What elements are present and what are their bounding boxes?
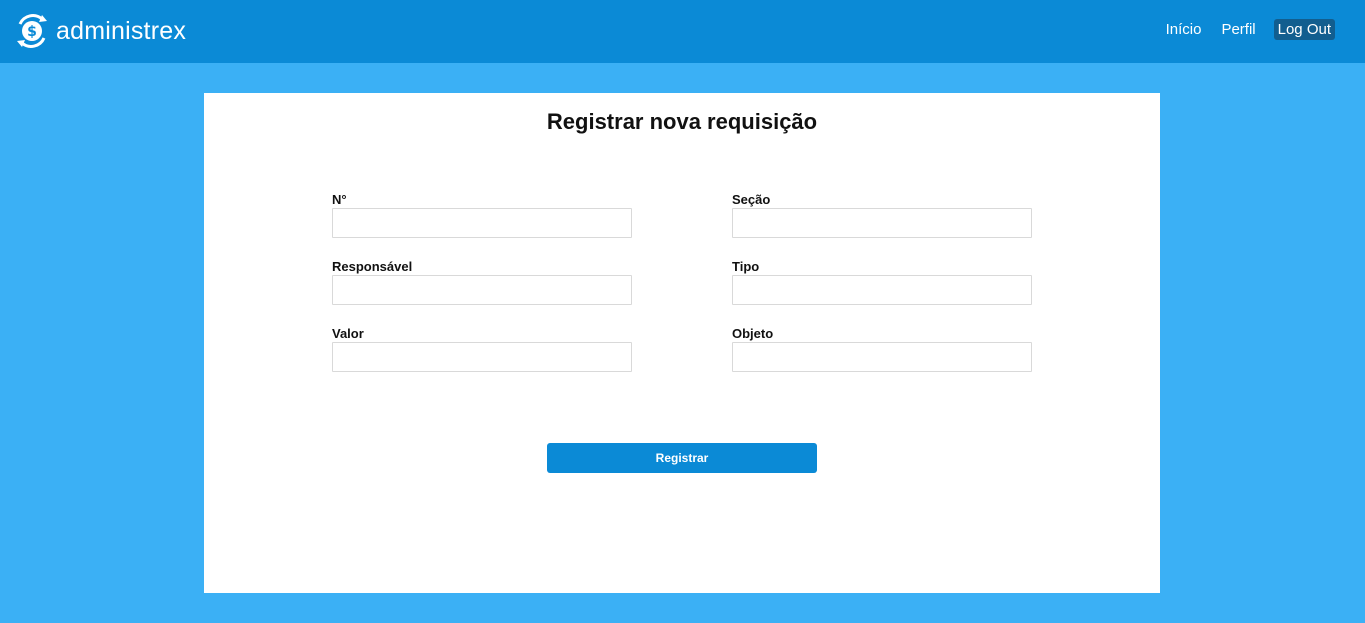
valor-input[interactable]: [332, 342, 632, 372]
top-navbar: $ administrex Início Perfil Log Out: [0, 0, 1365, 63]
secao-input[interactable]: [732, 208, 1032, 238]
secao-label: Seção: [732, 192, 771, 207]
svg-text:$: $: [27, 24, 37, 40]
form-card: Registrar nova requisição N° Seção Respo…: [204, 93, 1160, 593]
main-nav: Início Perfil Log Out: [1146, 19, 1335, 40]
numero-input[interactable]: [332, 208, 632, 238]
responsavel-input[interactable]: [332, 275, 632, 305]
objeto-input[interactable]: [732, 342, 1032, 372]
register-button[interactable]: Registrar: [547, 443, 817, 473]
tipo-label: Tipo: [732, 259, 760, 274]
field-numero: N°: [332, 192, 632, 238]
field-responsavel: Responsável: [332, 259, 632, 305]
brand-logo[interactable]: $ administrex: [14, 13, 186, 49]
field-tipo: Tipo: [732, 259, 1032, 305]
brand-name: administrex: [56, 16, 187, 45]
field-valor: Valor: [332, 326, 632, 372]
logout-button[interactable]: Log Out: [1273, 19, 1335, 40]
page-title: Registrar nova requisição: [546, 109, 818, 134]
dollar-cycle-icon: $: [14, 13, 50, 49]
responsavel-label: Responsável: [332, 259, 413, 274]
tipo-input[interactable]: [732, 275, 1032, 305]
valor-label: Valor: [332, 326, 364, 341]
numero-label: N°: [332, 192, 347, 207]
field-secao: Seção: [732, 192, 1032, 238]
nav-link-inicio[interactable]: Início: [1166, 21, 1202, 38]
field-objeto: Objeto: [732, 326, 1032, 372]
objeto-label: Objeto: [732, 326, 774, 341]
nav-link-perfil[interactable]: Perfil: [1221, 21, 1255, 38]
